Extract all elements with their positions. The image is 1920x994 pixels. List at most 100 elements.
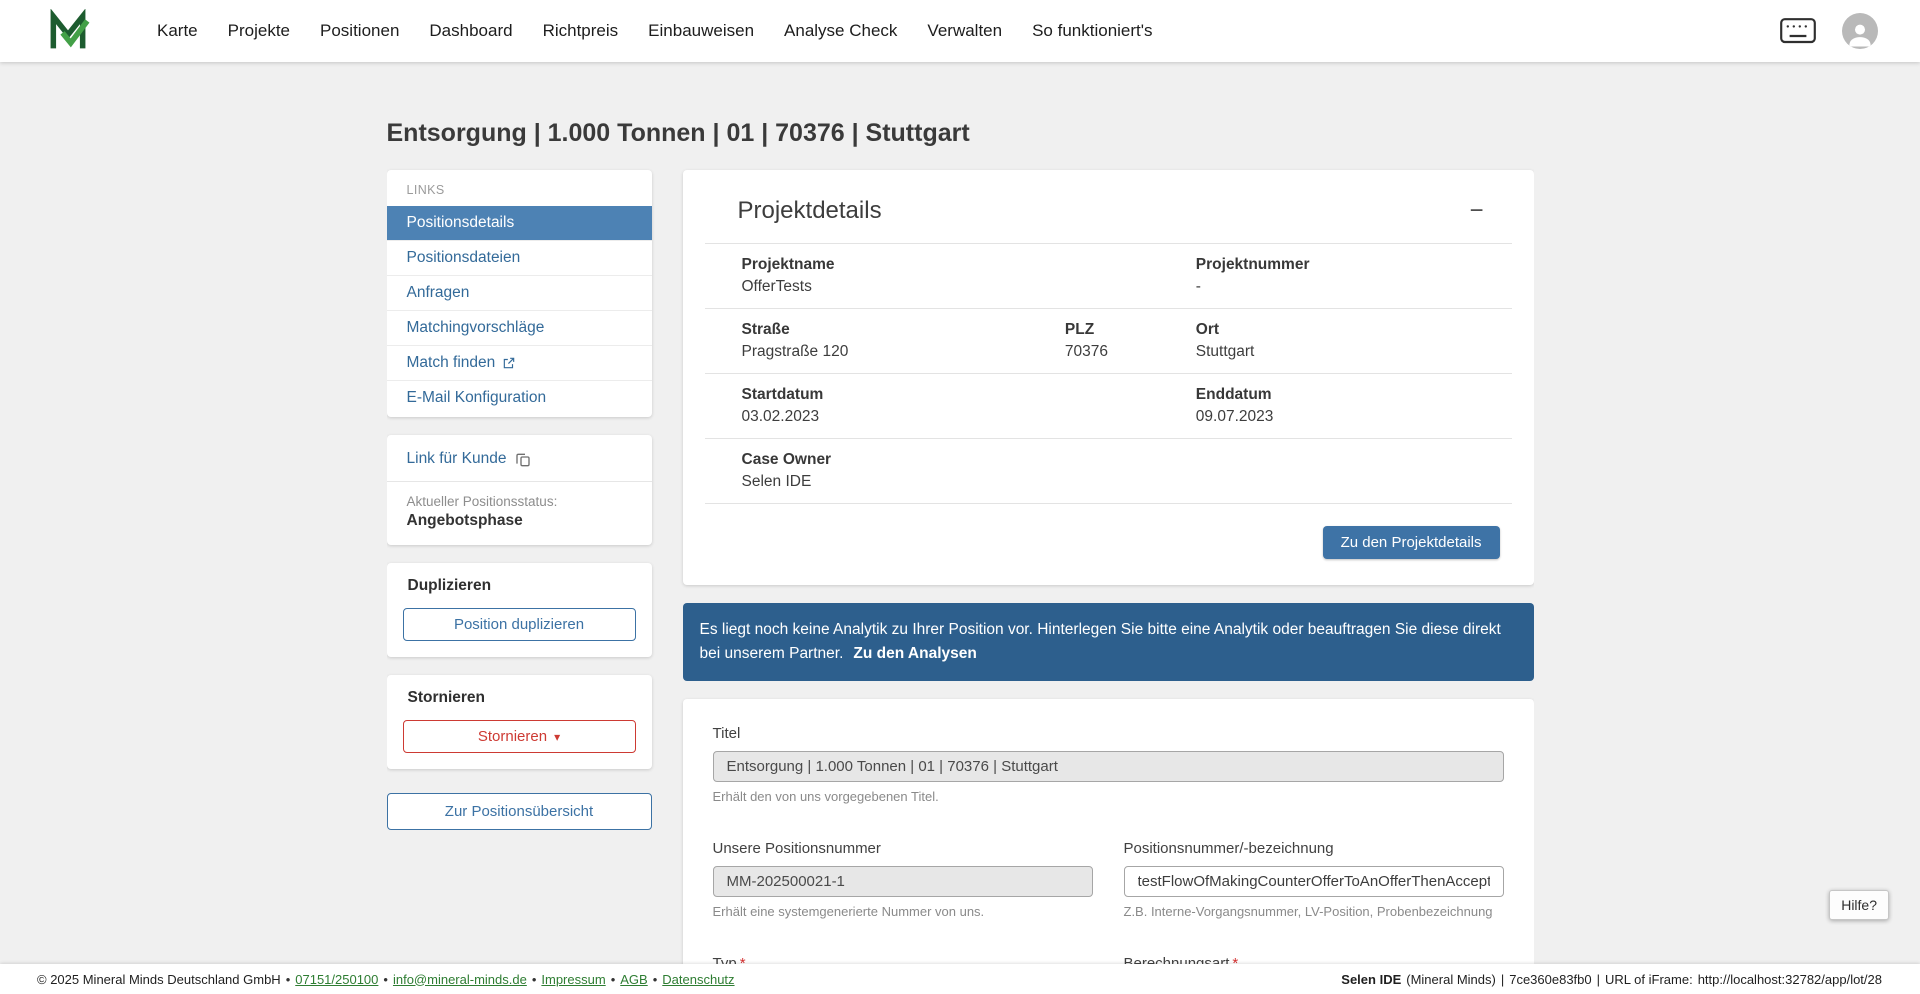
footer-left: © 2025 Mineral Minds Deutschland GmbH • …	[37, 972, 735, 987]
footer-user-org: (Mineral Minds)	[1406, 971, 1496, 987]
duplicate-position-button[interactable]: Position duplizieren	[402, 608, 636, 641]
titel-label: Titel	[712, 725, 741, 743]
position-overview-button[interactable]: Zur Positionsübersicht	[386, 793, 652, 830]
nav-item-karte[interactable]: Karte	[142, 13, 213, 49]
startdatum-value: 03.02.2023	[741, 408, 820, 425]
help-button[interactable]: Hilfe?	[1829, 890, 1889, 920]
status-card: Link für Kunde Aktueller Positionsstatus…	[386, 435, 652, 545]
keyboard-icon[interactable]	[1780, 18, 1816, 44]
projektnummer-value: -	[1195, 278, 1201, 295]
nav-item-projekte[interactable]: Projekte	[213, 13, 305, 49]
page-content: Entsorgung | 1.000 Tonnen | 01 | 70376 |…	[386, 62, 1534, 994]
posnr-label: Unsere Positionsnummer	[712, 840, 881, 858]
sidebar-item-anfragen[interactable]: Anfragen	[386, 275, 652, 310]
footer-phone-link[interactable]: 07151/250100	[295, 972, 378, 987]
custom-number-helper: Z.B. Interne-Vorgangsnummer, LV-Position…	[1123, 904, 1493, 920]
separator: |	[1596, 971, 1601, 987]
main-column: Projektdetails − Projektname OfferTests …	[682, 170, 1534, 994]
nav-item-positionen[interactable]: Positionen	[305, 13, 414, 49]
case-owner-value: Selen IDE	[741, 473, 812, 490]
footer-impressum-link[interactable]: Impressum	[541, 972, 605, 987]
separator: •	[652, 971, 658, 987]
analytics-banner-text: Es liegt noch keine Analytik zu Ihrer Po…	[699, 621, 1501, 663]
posnr-input	[712, 866, 1093, 898]
mineral-minds-logo[interactable]	[46, 8, 90, 53]
duplicate-card: Duplizieren Position duplizieren	[386, 563, 652, 657]
titel-helper: Erhält den von uns vorgegebenen Titel.	[712, 789, 939, 805]
titel-input	[712, 751, 1504, 783]
project-details-button[interactable]: Zu den Projektdetails	[1322, 526, 1500, 559]
customer-link-label: Link für Kunde	[406, 450, 507, 467]
footer-agb-link[interactable]: AGB	[620, 972, 647, 987]
page-title: Entsorgung | 1.000 Tonnen | 01 | 70376 |…	[386, 119, 970, 147]
nav-item-dashboard[interactable]: Dashboard	[414, 13, 527, 49]
copy-icon	[516, 453, 531, 467]
separator: |	[1500, 971, 1505, 987]
plz-label: PLZ	[1064, 321, 1095, 338]
strasse-label: Straße	[741, 321, 790, 338]
user-avatar[interactable]	[1842, 13, 1878, 49]
posnr-helper: Erhält eine systemgenerierte Nummer von …	[712, 904, 985, 920]
cancel-position-button[interactable]: Stornieren ▾	[402, 720, 636, 753]
position-status-value: Angebotsphase	[406, 512, 523, 529]
sidebar-item-match-finden[interactable]: Match finden	[386, 345, 652, 380]
project-row-owner: Case Owner Selen IDE	[704, 438, 1512, 504]
sidebar-item-positionsdetails[interactable]: Positionsdetails	[386, 206, 652, 240]
posnr-field: Unsere Positionsnummer Erhält eine syste…	[712, 840, 1093, 920]
strasse-value: Pragstraße 120	[741, 343, 849, 360]
footer-datenschutz-link[interactable]: Datenschutz	[662, 972, 734, 987]
plz-value: 70376	[1064, 343, 1108, 360]
cancel-card: Stornieren Stornieren ▾	[386, 675, 652, 769]
custom-number-input[interactable]	[1123, 866, 1504, 898]
separator: •	[531, 971, 537, 987]
projektnummer-label: Projektnummer	[1195, 256, 1310, 273]
duplicate-header: Duplizieren	[407, 577, 492, 594]
enddatum-value: 09.07.2023	[1195, 408, 1274, 425]
sidebar-item-label: Match finden	[406, 354, 496, 371]
custom-number-label: Positionsnummer/-bezeichnung	[1123, 840, 1334, 858]
footer-right: Selen IDE (Mineral Minds) | 7ce360e83fb0…	[1341, 972, 1882, 987]
links-card: LINKS Positionsdetails Positionsdateien …	[386, 170, 652, 417]
nav-item-einbauweisen[interactable]: Einbauweisen	[633, 13, 769, 49]
separator: •	[610, 971, 616, 987]
project-details-card: Projektdetails − Projektname OfferTests …	[682, 170, 1534, 585]
copyright-text: © 2025 Mineral Minds Deutschland GmbH	[37, 971, 281, 987]
project-row-address: Straße Pragstraße 120 PLZ 70376 Ort Stut…	[704, 308, 1512, 373]
external-link-icon	[504, 357, 515, 369]
nav-item-verwalten[interactable]: Verwalten	[912, 13, 1017, 49]
footer: © 2025 Mineral Minds Deutschland GmbH • …	[0, 964, 1920, 994]
analytics-banner: Es liegt noch keine Analytik zu Ihrer Po…	[682, 603, 1534, 682]
cancel-button-label: Stornieren	[477, 728, 548, 745]
collapse-button[interactable]: −	[1463, 197, 1489, 225]
footer-iframe-label: URL of iFrame:	[1605, 971, 1693, 987]
sidebar-item-matchingvorschlaege[interactable]: Matchingvorschläge	[386, 310, 652, 345]
logo-m-icon	[50, 8, 90, 49]
project-row-dates: Startdatum 03.02.2023 Enddatum 09.07.202…	[704, 373, 1512, 438]
startdatum-label: Startdatum	[741, 386, 824, 403]
sidebar-item-email-konfiguration[interactable]: E-Mail Konfiguration	[386, 380, 652, 415]
ort-label: Ort	[1195, 321, 1220, 338]
caret-down-icon: ▾	[554, 730, 561, 744]
footer-session-id: 7ce360e83fb0	[1509, 971, 1592, 987]
position-form-card: Titel Erhält den von uns vorgegebenen Ti…	[682, 699, 1534, 994]
project-details-title: Projektdetails	[737, 197, 882, 224]
sidebar-item-positionsdateien[interactable]: Positionsdateien	[386, 240, 652, 275]
project-row-name: Projektname OfferTests Projektnummer -	[704, 243, 1512, 308]
projektname-label: Projektname	[741, 256, 835, 273]
enddatum-label: Enddatum	[1195, 386, 1272, 403]
analytics-link[interactable]: Zu den Analysen	[853, 645, 976, 662]
person-icon	[1849, 24, 1871, 47]
main-nav: Karte Projekte Positionen Dashboard Rich…	[142, 13, 1780, 49]
footer-email-link[interactable]: info@mineral-minds.de	[393, 972, 527, 987]
separator: •	[383, 971, 388, 987]
top-navbar: Karte Projekte Positionen Dashboard Rich…	[0, 0, 1920, 62]
nav-item-analyse-check[interactable]: Analyse Check	[769, 13, 912, 49]
footer-user: Selen IDE	[1341, 971, 1402, 987]
footer-iframe-url: http://localhost:32782/app/lot/28	[1697, 971, 1882, 987]
ort-value: Stuttgart	[1195, 343, 1255, 360]
links-header: LINKS	[406, 183, 445, 197]
nav-item-so-funktionierts[interactable]: So funktioniert's	[1017, 13, 1167, 49]
customer-link[interactable]: Link für Kunde	[387, 435, 652, 481]
navbar-right	[1780, 13, 1878, 49]
nav-item-richtpreis[interactable]: Richtpreis	[528, 13, 634, 49]
